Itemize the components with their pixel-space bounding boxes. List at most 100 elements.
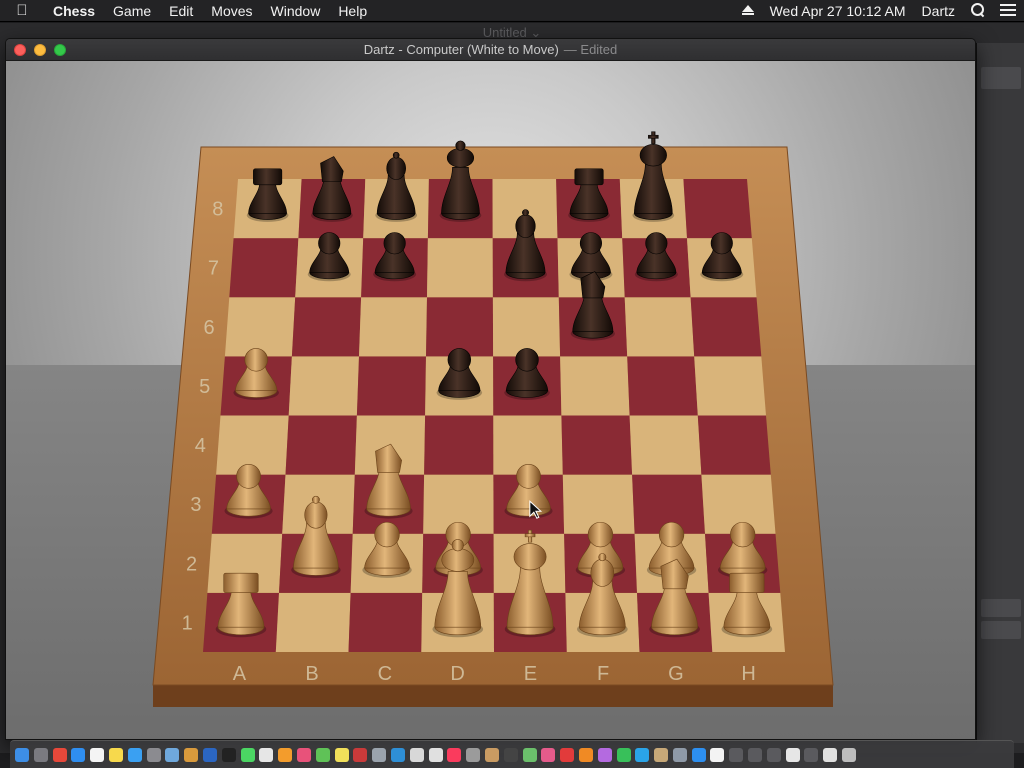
image-capture-icon[interactable] xyxy=(372,748,387,762)
dock-icons xyxy=(10,741,1014,768)
piece-cross-horizontal xyxy=(524,533,536,538)
photo-booth-icon[interactable] xyxy=(353,748,368,762)
square-h6[interactable] xyxy=(690,297,762,357)
background-panel xyxy=(981,599,1021,617)
close-button[interactable] xyxy=(14,44,26,56)
game-center-icon[interactable] xyxy=(597,748,612,762)
contacts-icon[interactable] xyxy=(654,748,669,762)
folder-icon-3[interactable] xyxy=(766,748,781,762)
menu-clock[interactable]: Wed Apr 27 10:12 AM xyxy=(762,0,914,22)
news-icon[interactable] xyxy=(560,748,575,762)
menu-chess[interactable]: Chess xyxy=(44,0,104,22)
menu-window[interactable]: Window xyxy=(262,0,330,22)
piece-head xyxy=(447,348,472,372)
appstore-alt-icon[interactable] xyxy=(691,748,706,762)
square-f4[interactable] xyxy=(561,415,633,475)
menu-user[interactable]: Dartz xyxy=(914,0,963,22)
notes-icon[interactable] xyxy=(108,748,123,762)
square-h5[interactable] xyxy=(694,356,766,416)
square-c6[interactable] xyxy=(359,297,427,357)
piece-head xyxy=(253,168,283,186)
textedit-icon[interactable] xyxy=(710,748,725,762)
background-panel xyxy=(981,67,1021,89)
square-h8[interactable] xyxy=(683,179,752,239)
square-b5[interactable] xyxy=(288,356,359,416)
preview-icon[interactable] xyxy=(165,748,180,762)
calendar-icon[interactable] xyxy=(90,748,105,762)
square-a7[interactable] xyxy=(229,238,299,298)
photos-icon[interactable] xyxy=(541,748,556,762)
piece-crown xyxy=(451,539,464,552)
edge-icon[interactable] xyxy=(390,748,405,762)
apple-menu-icon[interactable]:  xyxy=(0,2,44,19)
menu-help[interactable]: Help xyxy=(329,0,376,22)
menu-edit[interactable]: Edit xyxy=(160,0,202,22)
square-a6[interactable] xyxy=(224,297,296,357)
square-b4[interactable] xyxy=(285,415,357,475)
maps-icon[interactable] xyxy=(522,748,537,762)
app-store-icon[interactable] xyxy=(127,748,142,762)
window-titlebar[interactable]: Dartz - Computer (White to Move) — Edite… xyxy=(6,39,975,61)
square-b6[interactable] xyxy=(291,297,362,357)
trash-icon[interactable] xyxy=(842,748,857,762)
square-g5[interactable] xyxy=(627,356,698,416)
facetime-icon[interactable] xyxy=(616,748,631,762)
xcode-icon[interactable] xyxy=(635,748,650,762)
system-preferences-icon[interactable] xyxy=(146,748,161,762)
window-icon-3[interactable] xyxy=(823,748,838,762)
square-c5[interactable] xyxy=(356,356,426,416)
folder-icon-2[interactable] xyxy=(748,748,763,762)
finder-icon[interactable] xyxy=(15,748,29,762)
square-d6[interactable] xyxy=(426,297,494,357)
piece-head xyxy=(244,348,268,372)
zoom-button[interactable] xyxy=(54,44,66,56)
menu-moves[interactable]: Moves xyxy=(202,0,261,22)
numbers-icon[interactable] xyxy=(315,748,330,762)
launchpad-icon[interactable] xyxy=(33,748,48,762)
folder-icon-1[interactable] xyxy=(729,748,744,762)
file-label-h: H xyxy=(741,663,755,685)
safari-icon[interactable] xyxy=(71,748,86,762)
home-icon[interactable] xyxy=(578,748,593,762)
chess-board-view[interactable]: A B C D E F G H 1 2 3 4 5 6 7 8 xyxy=(6,61,975,740)
square-b1[interactable] xyxy=(275,592,351,652)
keynote-icon[interactable] xyxy=(296,748,311,762)
pages-icon[interactable] xyxy=(278,748,293,762)
messages-app-icon[interactable] xyxy=(240,748,255,762)
document-icon[interactable] xyxy=(259,748,274,762)
piece-head xyxy=(236,463,261,489)
script-icon[interactable] xyxy=(672,748,687,762)
square-d7[interactable] xyxy=(427,238,493,298)
automator-icon[interactable] xyxy=(466,748,481,762)
calculator-icon[interactable] xyxy=(409,748,424,762)
square-c1[interactable] xyxy=(348,592,423,652)
activity-icon[interactable] xyxy=(503,748,518,762)
spotlight-search-icon[interactable] xyxy=(963,0,992,22)
square-f5[interactable] xyxy=(560,356,630,416)
piece-head xyxy=(374,521,400,548)
music-icon[interactable] xyxy=(447,748,462,762)
square-g6[interactable] xyxy=(624,297,695,357)
background-window-edge xyxy=(976,43,1024,743)
stickies-icon[interactable] xyxy=(334,748,349,762)
piece-head xyxy=(318,232,341,255)
square-h4[interactable] xyxy=(697,415,771,475)
minimize-button[interactable] xyxy=(34,44,46,56)
books-icon[interactable] xyxy=(184,748,199,762)
piece-head xyxy=(587,521,614,548)
chrome-icon[interactable] xyxy=(52,748,67,762)
notification-center-icon[interactable] xyxy=(992,0,1024,22)
square-g4[interactable] xyxy=(629,415,702,475)
word-icon[interactable] xyxy=(202,748,217,762)
window-icon[interactable] xyxy=(785,748,800,762)
square-e6[interactable] xyxy=(492,297,561,357)
eject-icon[interactable] xyxy=(734,0,762,22)
window-icon-2[interactable] xyxy=(804,748,819,762)
files-icon[interactable] xyxy=(428,748,443,762)
square-d4[interactable] xyxy=(424,415,494,475)
terminal-icon[interactable] xyxy=(221,748,236,762)
chess-icon[interactable] xyxy=(484,748,499,762)
menu-game[interactable]: Game xyxy=(104,0,160,22)
status-area: Wed Apr 27 10:12 AM Dartz xyxy=(734,0,1024,22)
piece-head xyxy=(579,232,602,255)
